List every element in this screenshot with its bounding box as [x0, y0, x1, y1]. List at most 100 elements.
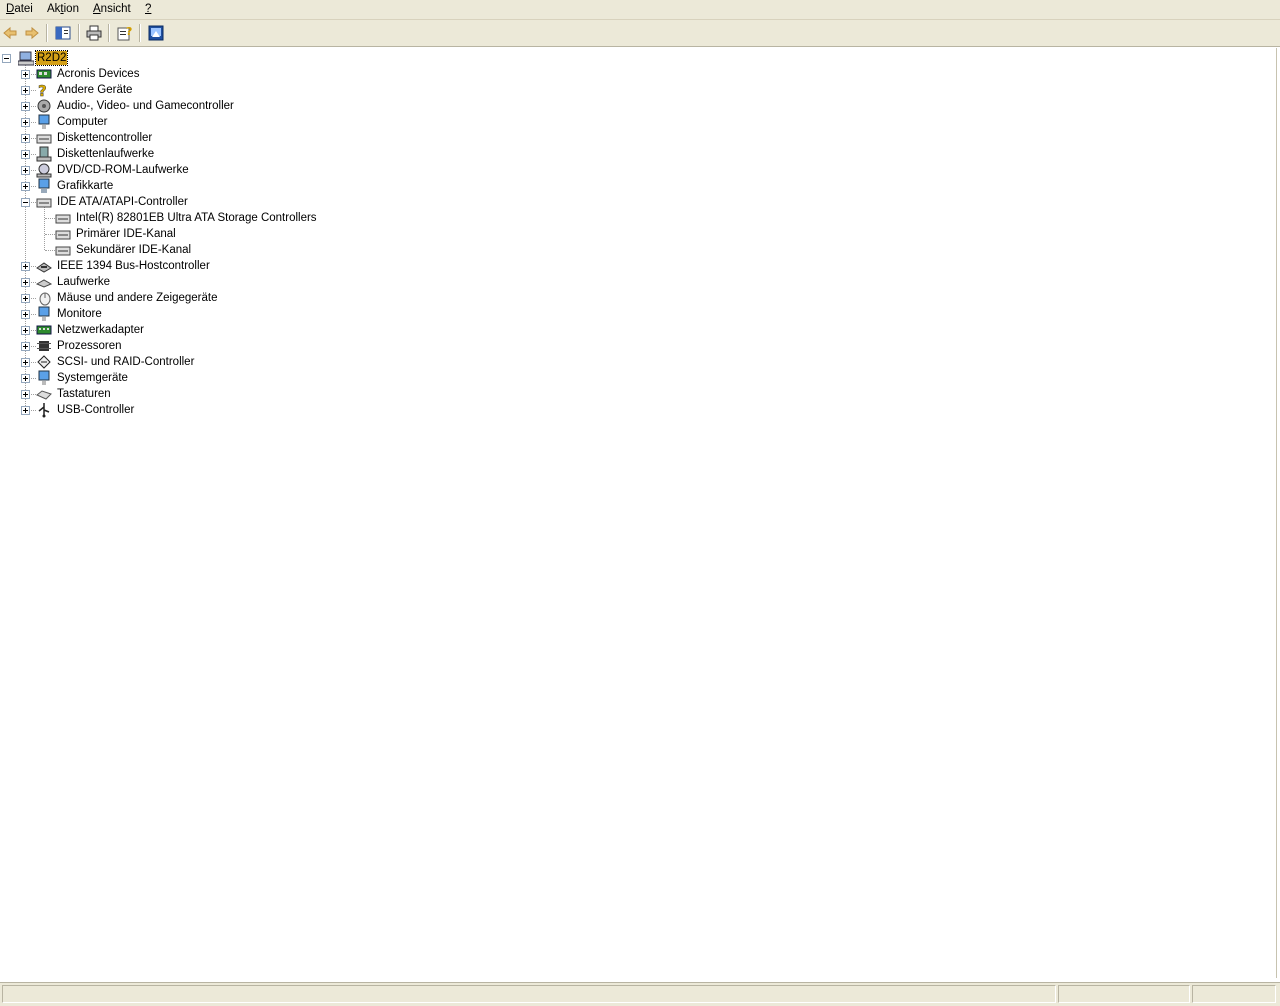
tree-category-label: Computer [57, 116, 108, 128]
expand-toggle[interactable] [21, 278, 30, 287]
device-tree[interactable]: R2D2 Acronis Devices? Andere Geräte Audio-… [0, 48, 1277, 978]
toolbar-separator [78, 24, 80, 42]
audio-icon [37, 99, 51, 113]
tree-category[interactable]: Diskettencontroller [0, 130, 400, 146]
svg-text:?: ? [126, 25, 132, 38]
toolbar-separator [46, 24, 48, 42]
tree-category-label: Andere Geräte [57, 84, 133, 96]
tree-device[interactable]: Primärer IDE-Kanal [0, 226, 400, 242]
tree-category-label: Prozessoren [57, 340, 122, 352]
svg-text:?: ? [38, 82, 47, 98]
controller-icon [36, 134, 52, 144]
expand-toggle[interactable] [21, 342, 30, 351]
expand-toggle[interactable] [21, 118, 30, 127]
tree-category[interactable]: Grafikkarte [0, 178, 400, 194]
tree-device-label: Primärer IDE-Kanal [76, 228, 176, 240]
tree-category[interactable]: Mäuse und andere Zeigegeräte [0, 290, 400, 306]
tree-category[interactable]: Diskettenlaufwerke [0, 146, 400, 162]
expand-toggle[interactable] [21, 70, 30, 79]
tree-category[interactable]: Computer [0, 114, 400, 130]
properties-button[interactable]: ? [115, 23, 135, 43]
print-button[interactable] [84, 23, 104, 43]
tree-category[interactable]: Monitore [0, 306, 400, 322]
expand-toggle[interactable] [21, 326, 30, 335]
tree-category-label: Audio-, Video- und Gamecontroller [57, 100, 234, 112]
expand-toggle[interactable] [21, 310, 30, 319]
card-icon [36, 69, 52, 79]
menu-ansicht[interactable]: Ansicht [93, 2, 131, 16]
drive-icon [36, 279, 52, 288]
expand-toggle[interactable] [21, 102, 30, 111]
status-bar [0, 982, 1280, 1006]
help-icon [148, 25, 164, 41]
system-icon [38, 370, 50, 385]
tree-root[interactable]: R2D2 [0, 50, 200, 66]
show-hide-tree-icon [55, 26, 71, 40]
expand-toggle[interactable] [21, 134, 30, 143]
tree-category[interactable]: IEEE 1394 Bus-Hostcontroller [0, 258, 400, 274]
menu-help[interactable]: ? [145, 2, 151, 16]
tree-category-label: Tastaturen [57, 388, 111, 400]
menu-aktion[interactable]: Aktion [47, 2, 79, 16]
tree-category-label: Diskettenlaufwerke [57, 148, 155, 160]
mouse-icon [39, 292, 51, 306]
tree-connector [45, 218, 55, 219]
status-pane-2 [1058, 985, 1190, 1003]
expand-toggle[interactable] [21, 182, 30, 191]
tree-category-label: SCSI- und RAID-Controller [57, 356, 195, 368]
display-icon [38, 178, 50, 193]
tree-category[interactable]: SCSI- und RAID-Controller [0, 354, 400, 370]
expand-toggle[interactable] [21, 406, 30, 415]
properties-icon: ? [117, 25, 132, 41]
tree-device[interactable]: Sekundärer IDE-Kanal [0, 242, 400, 258]
tree-category-label: USB-Controller [57, 404, 135, 416]
toolbar: ? [0, 20, 1280, 47]
tree-category[interactable]: Systemgeräte [0, 370, 400, 386]
expand-toggle[interactable] [21, 150, 30, 159]
help-button[interactable] [146, 23, 166, 43]
expand-toggle[interactable] [21, 166, 30, 175]
tree-category-label: Diskettencontroller [57, 132, 153, 144]
expand-toggle[interactable] [21, 86, 30, 95]
processor-icon [37, 341, 51, 351]
keyboard-icon [36, 390, 52, 400]
expand-toggle[interactable] [21, 294, 30, 303]
tree-category[interactable]: Prozessoren [0, 338, 400, 354]
menu-datei[interactable]: Datei [6, 2, 33, 16]
tree-category[interactable]: ? Andere Geräte [0, 82, 400, 98]
controller-icon [55, 214, 71, 224]
tree-device-label: Intel(R) 82801EB Ultra ATA Storage Contr… [76, 212, 317, 224]
usb-icon [38, 403, 50, 418]
tree-root-label: R2D2 [34, 50, 69, 66]
tree-category-label: Grafikkarte [57, 180, 114, 192]
firewire-icon [36, 262, 52, 273]
expand-toggle[interactable] [21, 374, 30, 383]
controller-icon [55, 246, 71, 256]
monitor-icon [38, 306, 50, 321]
tree-category-label: IDE ATA/ATAPI-Controller [57, 196, 188, 208]
collapse-toggle[interactable] [2, 54, 11, 63]
tree-category-label: Laufwerke [57, 276, 111, 288]
toolbar-separator [139, 24, 141, 42]
tree-category[interactable]: Audio-, Video- und Gamecontroller [0, 98, 400, 114]
expand-toggle[interactable] [21, 358, 30, 367]
scsi-icon [37, 355, 51, 369]
expand-toggle[interactable] [21, 390, 30, 399]
back-button[interactable] [0, 23, 20, 43]
tree-category[interactable]: Netzwerkadapter [0, 322, 400, 338]
print-icon [86, 25, 102, 41]
network-card-icon [36, 325, 52, 335]
collapse-toggle[interactable] [21, 198, 30, 207]
tree-category[interactable]: Tastaturen [0, 386, 400, 402]
tree-category[interactable]: DVD/CD-ROM-Laufwerke [0, 162, 400, 178]
tree-category[interactable]: Laufwerke [0, 274, 400, 290]
forward-button[interactable] [22, 23, 42, 43]
tree-category[interactable]: USB-Controller [0, 402, 400, 418]
tree-category-label: IEEE 1394 Bus-Hostcontroller [57, 260, 210, 272]
expand-toggle[interactable] [21, 262, 30, 271]
show-hide-tree-button[interactable] [53, 23, 73, 43]
tree-category[interactable]: Acronis Devices [0, 66, 400, 82]
tree-device-label: Sekundärer IDE-Kanal [76, 244, 192, 256]
tree-device[interactable]: Intel(R) 82801EB Ultra ATA Storage Contr… [0, 210, 400, 226]
tree-category[interactable]: IDE ATA/ATAPI-Controller [0, 194, 400, 210]
